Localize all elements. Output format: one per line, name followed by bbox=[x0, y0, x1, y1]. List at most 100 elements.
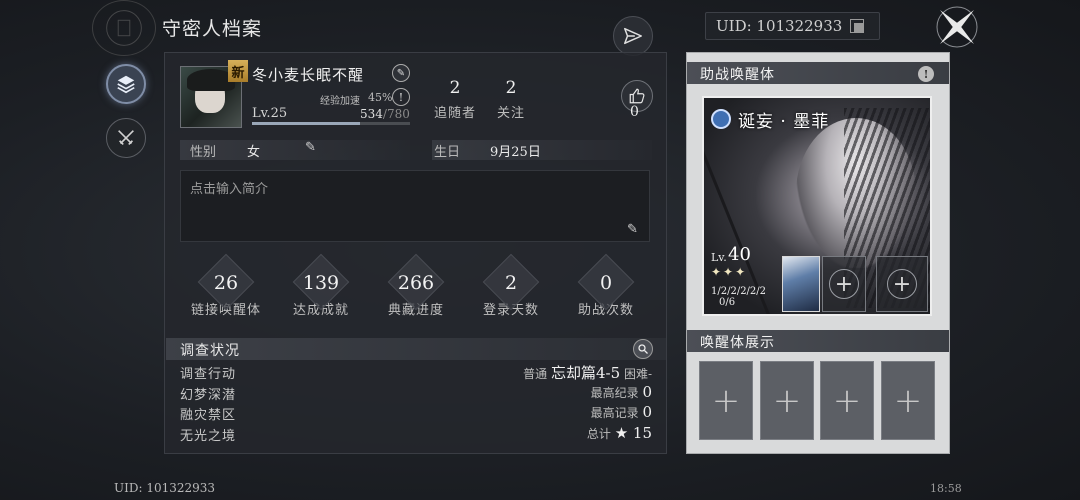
pencil-icon: ✎ bbox=[396, 67, 406, 79]
showcase-add-slot[interactable]: + bbox=[699, 361, 753, 440]
new-badge: 新 bbox=[228, 60, 248, 82]
archive-crest-icon bbox=[92, 0, 156, 56]
equipped-slot[interactable] bbox=[782, 256, 820, 312]
exp-progress-bar bbox=[252, 122, 410, 125]
bio-placeholder: 点击输入简介 bbox=[190, 182, 269, 197]
following-label: 关注 bbox=[496, 106, 525, 121]
plus-icon: + bbox=[832, 380, 862, 421]
search-icon bbox=[638, 344, 648, 354]
assist-info-icon[interactable]: ! bbox=[918, 66, 934, 82]
page-title: 守密人档案 bbox=[162, 18, 263, 40]
stat-tile[interactable]: 0 助战次数 bbox=[558, 253, 654, 318]
thumbs-up-icon bbox=[629, 88, 645, 104]
survey-row[interactable]: 无光之境 总计 ★ 15 bbox=[166, 424, 666, 444]
compass-star-icon[interactable] bbox=[930, 0, 984, 54]
birthday-row bbox=[432, 140, 652, 160]
survey-row-prefix: 最高记录 bbox=[590, 406, 639, 420]
exp-value: 534/780 bbox=[360, 107, 410, 121]
copy-icon[interactable] bbox=[850, 19, 865, 33]
character-sub-count: 0/6 bbox=[719, 297, 736, 308]
stat-value: 26 bbox=[213, 272, 239, 294]
stat-value: 139 bbox=[302, 272, 340, 294]
survey-row[interactable]: 融灾禁区 最高记录 0 bbox=[166, 403, 666, 423]
survey-header bbox=[166, 338, 666, 360]
character-level-label: Lv. bbox=[711, 251, 727, 264]
survey-search-button[interactable] bbox=[633, 339, 653, 359]
uid-text: UID: 101322933 bbox=[716, 17, 843, 35]
survey-row[interactable]: 调查行动 普通 忘却篇4-5 困难- bbox=[166, 362, 666, 382]
stat-tile[interactable]: 139 达成成就 bbox=[273, 253, 369, 318]
edit-name-button[interactable]: ✎ bbox=[392, 64, 410, 82]
stat-tile[interactable]: 26 链接唤醒体 bbox=[178, 253, 274, 318]
survey-row-prefix: 普通 bbox=[523, 367, 548, 381]
following-count: 2 bbox=[505, 78, 517, 98]
exp-current: 534 bbox=[360, 107, 383, 121]
assist-title: 助战唤醒体 bbox=[700, 67, 775, 83]
survey-row-main: ★ 15 bbox=[614, 424, 652, 442]
followers-stat[interactable]: 2 追随者 bbox=[432, 78, 478, 121]
survey-row-main: 忘却篇4-5 bbox=[550, 364, 621, 382]
survey-row-prefix: 最高纪录 bbox=[590, 386, 639, 400]
layers-icon bbox=[117, 75, 135, 94]
survey-row-value: 普通 忘却篇4-5 困难- bbox=[523, 362, 652, 383]
add-slot-button[interactable]: + bbox=[876, 256, 928, 312]
character-level: 40 bbox=[728, 244, 751, 265]
gender-label: 性别 bbox=[190, 145, 217, 160]
element-icon bbox=[711, 109, 731, 129]
exp-progress-fill bbox=[252, 122, 361, 125]
followers-label: 追随者 bbox=[433, 106, 476, 121]
player-name: 冬小麦长眠不醒 bbox=[252, 66, 365, 84]
plus-icon: + bbox=[772, 380, 802, 421]
showcase-add-slot[interactable]: + bbox=[820, 361, 874, 440]
survey-row-value: 最高记录 0 bbox=[591, 403, 652, 421]
survey-row-label: 融灾禁区 bbox=[180, 408, 237, 423]
survey-row-label: 调查行动 bbox=[180, 367, 237, 382]
stat-tile[interactable]: 2 登录天数 bbox=[463, 253, 559, 318]
survey-title: 调查状况 bbox=[180, 343, 240, 359]
survey-row-label: 无光之境 bbox=[180, 429, 237, 444]
character-name: 诞妄 · 墨菲 bbox=[738, 112, 830, 132]
survey-row-main: 0 bbox=[642, 383, 652, 401]
footer-uid: UID: 101322933 bbox=[114, 481, 216, 495]
survey-row-suffix: 困难- bbox=[623, 367, 652, 381]
add-slot-button[interactable]: + bbox=[822, 256, 866, 312]
exp-boost-value: 45% bbox=[368, 91, 393, 104]
share-button[interactable] bbox=[613, 16, 653, 56]
character-stars: ✦✦✦ bbox=[711, 265, 748, 279]
exp-max: /780 bbox=[382, 107, 410, 121]
gender-value: 女 bbox=[247, 145, 261, 160]
edit-bio-icon[interactable]: ✎ bbox=[627, 222, 638, 237]
character-ranks: 1/2/2/2/2/2 0/6 bbox=[711, 286, 766, 308]
survey-row-value: 总计 ★ 15 bbox=[587, 424, 652, 442]
following-stat[interactable]: 2 关注 bbox=[494, 78, 528, 121]
stat-tile[interactable]: 266 典藏进度 bbox=[368, 253, 464, 318]
showcase-add-slot[interactable]: + bbox=[881, 361, 935, 440]
paper-plane-icon bbox=[624, 27, 642, 45]
plus-icon: + bbox=[887, 269, 917, 299]
stat-value: 0 bbox=[599, 272, 613, 294]
player-level: Lv.25 bbox=[252, 106, 288, 121]
survey-row-value: 最高纪录 0 bbox=[591, 383, 652, 401]
info-icon[interactable]: ! bbox=[392, 88, 410, 106]
like-count: 0 bbox=[630, 104, 639, 120]
stat-value: 2 bbox=[504, 272, 518, 294]
exp-boost-label: 经验加速 bbox=[320, 96, 360, 107]
plus-icon: + bbox=[893, 380, 923, 421]
survey-row-label: 幻梦深潜 bbox=[180, 388, 237, 403]
survey-row-main: 0 bbox=[642, 403, 652, 421]
birthday-value: 9月25日 bbox=[490, 145, 541, 160]
clock: 18:58 bbox=[930, 482, 962, 495]
survey-row-prefix: 总计 bbox=[586, 427, 611, 441]
birthday-label: 生日 bbox=[434, 145, 461, 160]
nav-battle-button[interactable] bbox=[106, 118, 146, 158]
crossed-swords-icon bbox=[118, 130, 134, 146]
survey-row[interactable]: 幻梦深潜 最高纪录 0 bbox=[166, 383, 666, 403]
nav-profile-button[interactable] bbox=[106, 64, 146, 104]
followers-count: 2 bbox=[449, 78, 461, 98]
showcase-add-slot[interactable]: + bbox=[760, 361, 814, 440]
stat-value: 266 bbox=[397, 272, 435, 294]
edit-gender-icon[interactable]: ✎ bbox=[305, 140, 316, 155]
plus-icon: + bbox=[711, 380, 741, 421]
character-rank-values: 1/2/2/2/2/2 bbox=[711, 286, 767, 297]
uid-copy-box[interactable]: UID: 101322933 bbox=[705, 12, 880, 40]
